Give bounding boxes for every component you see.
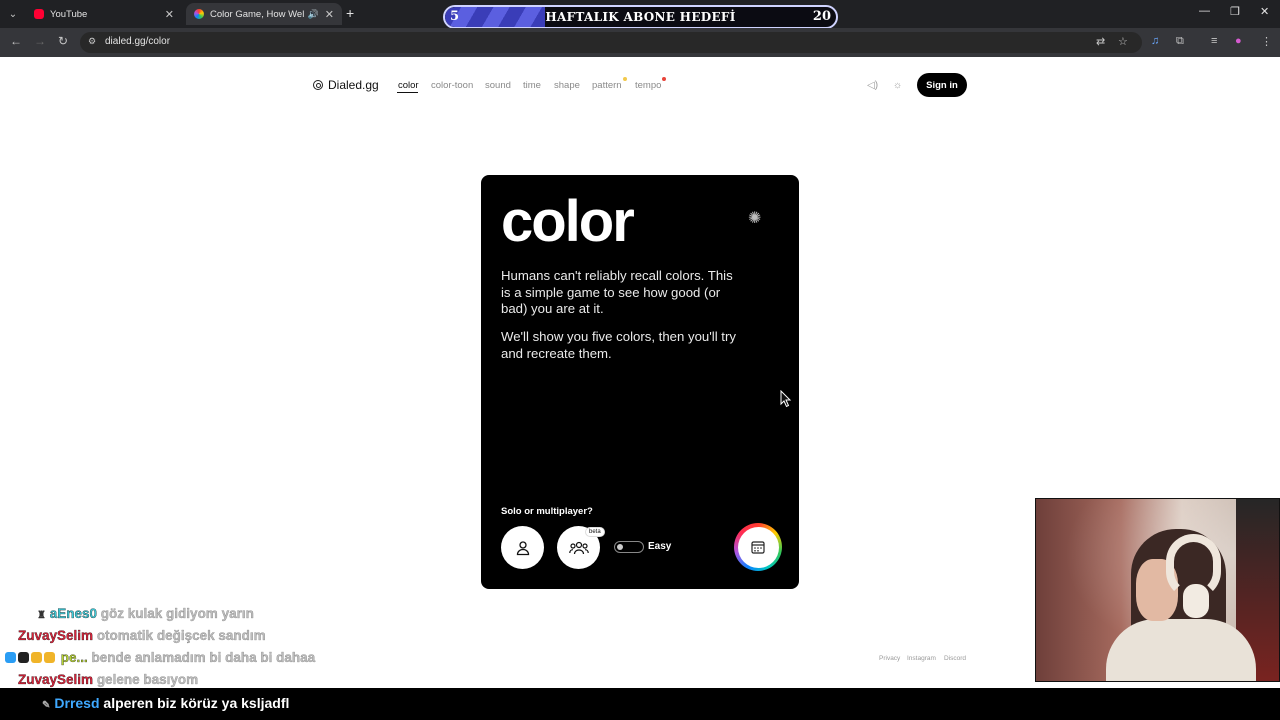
chat-message: pe... bende anlamadım bi daha bi dahaa [5, 650, 315, 665]
omnibox[interactable] [80, 32, 1142, 53]
extensions-icon[interactable]: ⧉ [1176, 35, 1184, 48]
subscriber-goal-bar: 5 HAFTALIK ABONE HEDEFİ 20 [443, 5, 838, 29]
ticker-username: Drresd [54, 695, 100, 711]
webcam-body [1106, 619, 1256, 681]
chat-username: ZuvaySelim [18, 672, 94, 687]
chat-badge-icon: ✎ [42, 700, 51, 711]
forward-icon[interactable]: → [34, 34, 46, 48]
chat-badge-icon [5, 652, 16, 663]
chat-message: ZuvaySelim otomatik değişcek sandım [18, 628, 266, 643]
sound-toggle-icon[interactable]: ◁) [867, 80, 878, 91]
color-game-card: color ✺ Humans can't reliably recall col… [481, 175, 799, 589]
goal-title: HAFTALIK ABONE HEDEFİ [545, 10, 736, 24]
chat-username: pe... [60, 650, 88, 665]
ticker-text: alperen biz körüz ya ksljadfl [103, 695, 290, 711]
daily-inner [737, 526, 779, 568]
footer-privacy-link[interactable]: Privacy [879, 655, 900, 662]
difficulty-toggle[interactable] [614, 541, 644, 553]
daily-challenge-button[interactable] [734, 523, 782, 571]
nav-sound[interactable]: sound [485, 80, 511, 91]
chat-message: ♜ aEnes0 göz kulak gidiyom yarın [37, 606, 254, 621]
webcam-ear-cup [1183, 584, 1209, 618]
instructions-paragraph: We'll show you five colors, then you'll … [501, 329, 736, 361]
bookmark-star-icon[interactable]: ☆ [1118, 35, 1128, 48]
toggle-knob [617, 544, 623, 550]
close-tab-icon[interactable]: ✕ [325, 8, 334, 21]
webcam-feed [1035, 498, 1280, 682]
chat-text: otomatik değişcek sandım [96, 628, 266, 643]
card-title: color [501, 189, 635, 254]
extension-audio-icon[interactable]: ♫ [1151, 35, 1159, 47]
nav-time[interactable]: time [523, 80, 541, 91]
calendar-icon [751, 541, 765, 554]
difficulty-label: Easy [648, 541, 672, 552]
back-icon[interactable]: ← [10, 34, 22, 48]
close-tab-icon[interactable]: ✕ [165, 8, 174, 21]
url-text[interactable]: dialed.gg/color [105, 36, 170, 47]
nav-color-toon[interactable]: color-toon [431, 80, 473, 91]
group-icon [568, 541, 589, 554]
footer-instagram-link[interactable]: Instagram [907, 655, 936, 662]
nav-color[interactable]: color [398, 80, 419, 91]
chat-badge-icon [44, 652, 55, 663]
profile-avatar-icon[interactable]: ● [1235, 35, 1242, 47]
site-logo[interactable]: Dialed.gg [328, 78, 379, 92]
restore-icon[interactable]: ❐ [1230, 5, 1240, 18]
chat-badge-icon [31, 652, 42, 663]
footer-discord-link[interactable]: Discord [944, 655, 966, 662]
active-nav-underline [397, 92, 418, 93]
sign-in-button[interactable]: Sign in [917, 73, 967, 97]
chat-badge-icon [18, 652, 29, 663]
beta-badge: beta [585, 527, 605, 537]
tab-color-game[interactable]: Color Game, How Well Can 🔊 ✕ [186, 3, 342, 25]
media-controls-icon[interactable]: ≡ [1211, 35, 1217, 47]
new-indicator-dot [623, 77, 627, 81]
translate-icon[interactable]: ⇄ [1096, 35, 1105, 48]
theme-toggle-icon[interactable]: ☼ [893, 80, 902, 91]
nav-tempo[interactable]: tempo [635, 80, 661, 91]
goal-end-value: 20 [812, 9, 831, 24]
tab-title: YouTube [50, 8, 88, 20]
nav-pattern[interactable]: pattern [592, 80, 622, 91]
chat-username: aEnes0 [49, 606, 98, 621]
tab-audio-icon[interactable]: 🔊 [308, 9, 319, 20]
ticker-message: ✎ Drresd alperen biz körüz ya ksljadfl [42, 695, 290, 711]
mouse-cursor-icon [780, 390, 792, 408]
new-tab-icon[interactable]: + [346, 5, 354, 21]
solo-button[interactable] [501, 526, 544, 569]
chat-username: ZuvaySelim [18, 628, 94, 643]
menu-dots-icon[interactable]: ⋮ [1261, 35, 1272, 48]
nav-shape[interactable]: shape [554, 80, 580, 91]
new-indicator-dot [662, 77, 666, 81]
tab-youtube[interactable]: YouTube ✕ [26, 3, 182, 25]
youtube-favicon-icon [34, 9, 44, 19]
dialed-logo-icon[interactable] [313, 80, 323, 90]
chat-text: bende anlamadım bi daha bi dahaa [91, 650, 316, 665]
tab-title: Color Game, How Well Can [210, 8, 304, 20]
dialed-favicon-icon [194, 9, 204, 19]
chat-message: ZuvaySelim gelene basıyom [18, 672, 198, 687]
chat-text: göz kulak gidiyom yarın [100, 606, 254, 621]
site-info-icon[interactable]: ⚙ [88, 36, 96, 47]
close-window-icon[interactable]: ✕ [1260, 5, 1269, 18]
minimize-icon[interactable]: — [1199, 5, 1210, 17]
reload-icon[interactable]: ↻ [58, 34, 68, 48]
person-icon [516, 540, 529, 555]
chat-badge-icon: ♜ [37, 610, 46, 621]
chat-text: gelene basıyom [96, 672, 199, 687]
mode-label: Solo or multiplayer? [501, 506, 593, 517]
loading-spinner-icon[interactable]: ✺ [748, 208, 761, 228]
intro-paragraph: Humans can't reliably recall colors. Thi… [501, 268, 733, 317]
tab-search-icon[interactable]: ⌄ [4, 5, 22, 23]
